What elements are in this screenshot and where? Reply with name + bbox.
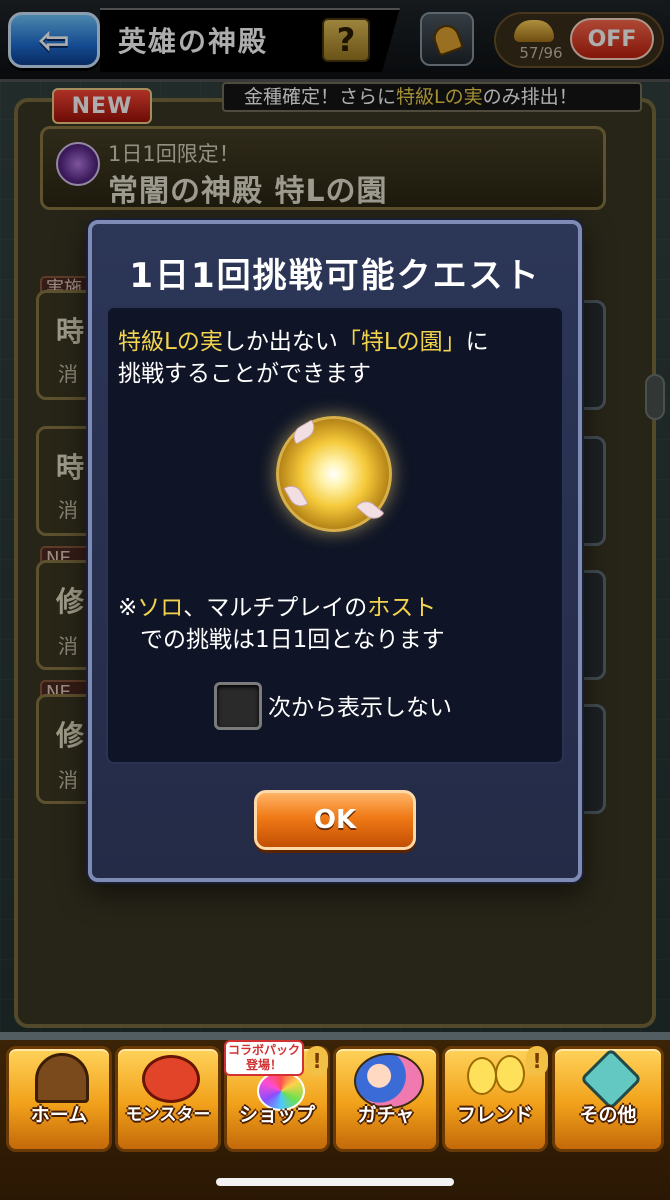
dont-show-again-checkbox[interactable] <box>214 682 262 730</box>
dragon-icon <box>142 1055 200 1103</box>
message-text: に <box>465 329 489 355</box>
tab-shop-label: ショップ <box>238 1104 315 1126</box>
tab-gacha-label: ガチャ <box>357 1104 415 1126</box>
alert-icon: ! <box>526 1046 548 1076</box>
golden-fruit-icon <box>276 416 392 532</box>
note-text: 、マルチプレイの <box>183 595 368 621</box>
dialog-message-line-1: 特級Lの実しか出ない「特Lの園」に <box>118 322 489 356</box>
home-indicator[interactable] <box>216 1178 454 1186</box>
tab-home[interactable] <box>6 1046 112 1152</box>
dialog-message-line-2: 挑戦することができます <box>118 361 371 387</box>
tab-monster[interactable] <box>115 1046 221 1152</box>
petal-icon <box>283 481 309 511</box>
temple-door-icon <box>35 1053 89 1103</box>
dialog-note-line-2: での挑戦は1日1回となります <box>140 627 445 653</box>
tab-friend-label: フレンド <box>456 1104 533 1126</box>
highlight-quest-name: 「特Lの園」 <box>337 329 466 355</box>
tab-monster-label: モンスター <box>125 1105 211 1125</box>
tab-other-label: その他 <box>579 1104 637 1126</box>
balloon-icon <box>495 1055 525 1093</box>
dialog-note-line-1: ※ソロ、マルチプレイのホスト <box>118 588 436 622</box>
highlight-solo: ソロ <box>137 595 184 621</box>
dont-show-again-label[interactable]: 次から表示しない <box>268 688 452 722</box>
dialog-title: 1日1回挑戦可能クエスト <box>129 256 541 296</box>
collab-pack-badge: コラボパック登場！ <box>224 1040 304 1076</box>
message-text: しか出ない <box>222 329 338 355</box>
tab-gacha[interactable] <box>333 1046 439 1152</box>
tab-home-label: ホーム <box>30 1104 88 1126</box>
highlight-host: ホスト <box>367 595 437 621</box>
balloons-icon <box>467 1057 497 1095</box>
ok-button[interactable]: OK <box>254 790 416 850</box>
divider <box>0 1032 670 1040</box>
highlight-item-name: 特級Lの実 <box>118 329 223 355</box>
tab-other[interactable] <box>552 1046 664 1152</box>
note-mark: ※ <box>118 595 138 621</box>
alert-icon: ! <box>306 1046 328 1076</box>
